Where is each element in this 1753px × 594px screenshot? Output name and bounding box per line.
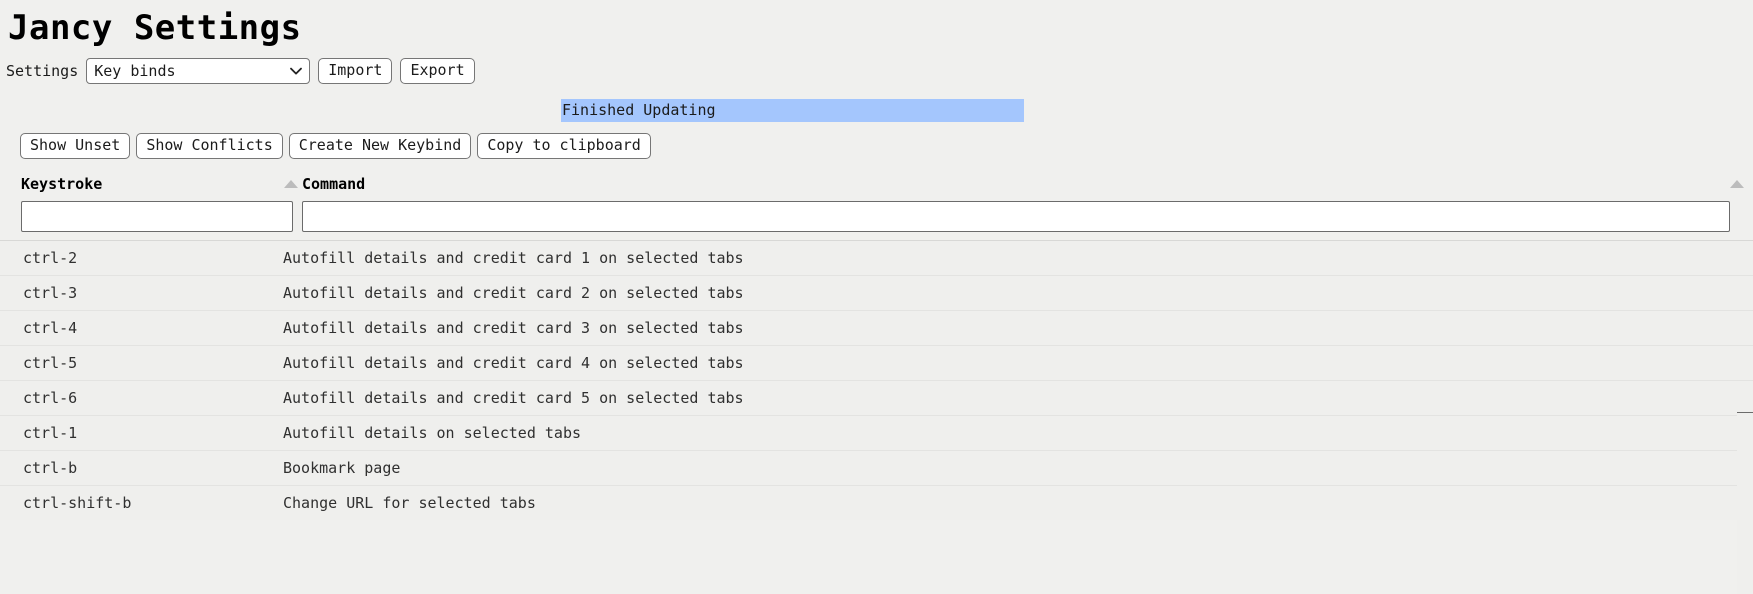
table-filter-row <box>0 195 1753 232</box>
column-header-command-label: Command <box>302 175 366 193</box>
settings-label: Settings <box>6 62 79 80</box>
table-header-row: Keystroke Command <box>0 173 1753 195</box>
cell-keystroke: ctrl-5 <box>23 354 78 372</box>
cell-keystroke: ctrl-2 <box>23 249 78 267</box>
cell-keystroke: ctrl-4 <box>23 319 78 337</box>
copy-to-clipboard-button[interactable]: Copy to clipboard <box>477 133 651 159</box>
cell-command: Autofill details and credit card 3 on se… <box>283 319 744 337</box>
cell-command: Autofill details and credit card 1 on se… <box>283 249 744 267</box>
settings-bar: Settings Key binds Import Export <box>0 48 1753 85</box>
table-row[interactable]: ctrl-5 Autofill details and credit card 4… <box>0 345 1753 380</box>
table-row[interactable]: ctrl-shift-b Change URL for selected tabs <box>0 485 1753 520</box>
create-new-keybind-button[interactable]: Create New Keybind <box>288 133 472 159</box>
keybinds-table: Keystroke Command ctrl-2 Autofill details… <box>0 173 1753 594</box>
cell-keystroke: ctrl-shift-b <box>23 494 132 512</box>
table-row[interactable]: ctrl-3 Autofill details and credit card 2… <box>0 275 1753 310</box>
status-area: Finished Updating <box>0 99 1753 125</box>
command-filter-input[interactable] <box>302 201 1730 232</box>
cell-keystroke: ctrl-1 <box>23 424 78 442</box>
settings-category-select[interactable]: Key binds <box>86 58 311 84</box>
cell-command: Autofill details and credit card 4 on se… <box>283 354 744 372</box>
table-row[interactable]: ctrl-4 Autofill details and credit card 3… <box>0 310 1753 345</box>
vertical-scrollbar[interactable] <box>1737 412 1753 594</box>
table-row[interactable]: ctrl-2 Autofill details and credit card 1… <box>0 240 1753 275</box>
show-conflicts-button[interactable]: Show Conflicts <box>136 133 283 159</box>
sort-ascending-icon[interactable] <box>284 180 298 188</box>
settings-category-select-wrap[interactable]: Key binds <box>86 58 311 84</box>
cell-command: Autofill details and credit card 2 on se… <box>283 284 744 302</box>
settings-page: Jancy Settings Settings Key binds Import… <box>0 0 1753 594</box>
column-header-command[interactable]: Command <box>302 173 1753 195</box>
show-unset-button[interactable]: Show Unset <box>20 133 131 159</box>
import-button[interactable]: Import <box>318 58 393 84</box>
status-banner: Finished Updating <box>561 99 1024 122</box>
cell-command: Bookmark page <box>283 459 401 477</box>
table-row[interactable]: ctrl-b Bookmark page <box>0 450 1753 485</box>
column-header-keystroke[interactable]: Keystroke <box>21 173 302 195</box>
table-row[interactable]: ctrl-6 Autofill details and credit card 5… <box>0 380 1753 415</box>
cell-keystroke: ctrl-b <box>23 459 78 477</box>
cell-command: Change URL for selected tabs <box>283 494 536 512</box>
export-button[interactable]: Export <box>400 58 475 84</box>
cell-keystroke: ctrl-3 <box>23 284 78 302</box>
table-actions-toolbar: Show Unset Show Conflicts Create New Key… <box>0 125 1753 159</box>
page-title: Jancy Settings <box>8 8 302 48</box>
cell-command: Autofill details on selected tabs <box>283 424 582 442</box>
sort-ascending-icon[interactable] <box>1730 180 1744 188</box>
cell-keystroke: ctrl-6 <box>23 389 78 407</box>
cell-command: Autofill details and credit card 5 on se… <box>283 389 744 407</box>
table-body: ctrl-2 Autofill details and credit card 1… <box>0 240 1753 520</box>
column-header-keystroke-label: Keystroke <box>21 175 103 193</box>
keystroke-filter-input[interactable] <box>21 201 293 232</box>
table-row[interactable]: ctrl-1 Autofill details on selected tabs <box>0 415 1753 450</box>
scrollbar-divider <box>1737 412 1753 413</box>
